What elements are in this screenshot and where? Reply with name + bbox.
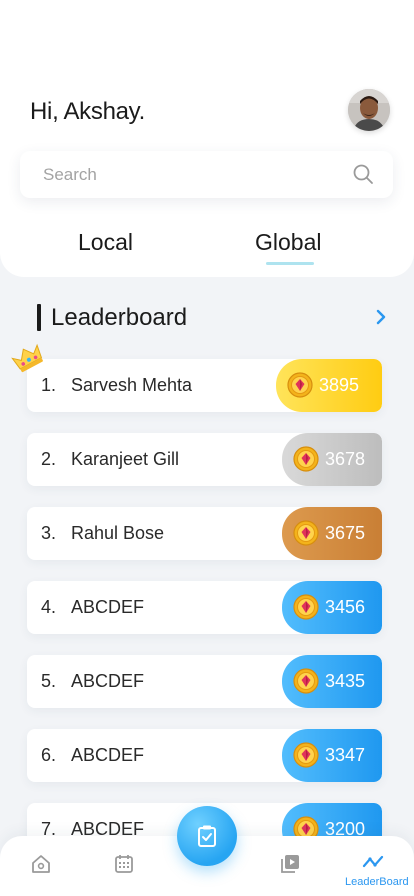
- search-input[interactable]: [43, 151, 343, 198]
- leaderboard-row[interactable]: 1. Sarvesh Mehta 3895: [27, 359, 382, 412]
- rank-number: 6.: [41, 745, 57, 765]
- media-playlist-icon[interactable]: [279, 853, 301, 875]
- search-icon[interactable]: [352, 163, 374, 185]
- player-name: ABCDEF: [71, 671, 145, 691]
- leaderboard-row[interactable]: 4. ABCDEF 3456: [27, 581, 382, 634]
- player-name: ABCDEF: [71, 745, 145, 765]
- score-badge: 3675: [282, 507, 382, 560]
- crown-icon: [11, 343, 43, 373]
- player-name: ABCDEF: [71, 597, 145, 617]
- leaderboard-row[interactable]: 6. ABCDEF 3347: [27, 729, 382, 782]
- rank-number: 3.: [41, 523, 57, 543]
- score-badge: 3895: [276, 359, 382, 412]
- tab-local[interactable]: Local: [78, 229, 133, 256]
- score-badge: 3678: [282, 433, 382, 486]
- score-value: 3678: [325, 449, 366, 469]
- score-badge: 3435: [282, 655, 382, 708]
- chevron-right-icon[interactable]: [374, 308, 388, 326]
- leaderboard-row[interactable]: 2. Karanjeet Gill 3678: [27, 433, 382, 486]
- nav-label-leaderboard[interactable]: LeaderBoard: [345, 876, 409, 888]
- header-panel: Hi, Akshay. Local Global: [0, 0, 414, 277]
- greeting-text: Hi, Akshay.: [30, 98, 145, 125]
- leaderboard-row[interactable]: 5. ABCDEF 3435: [27, 655, 382, 708]
- score-value: 3347: [325, 745, 366, 765]
- tab-global[interactable]: Global: [255, 229, 321, 256]
- player-name: Sarvesh Mehta: [71, 375, 193, 395]
- avatar-icon: [348, 89, 390, 131]
- rank-number: 2.: [41, 449, 57, 469]
- score-value: 3435: [325, 671, 366, 691]
- coin-icon: [293, 668, 319, 694]
- coin-icon: [293, 742, 319, 768]
- clipboard-check-icon: [198, 825, 216, 847]
- score-value: 3456: [325, 597, 366, 617]
- score-value: 3895: [319, 375, 360, 395]
- score-badge: 3456: [282, 581, 382, 634]
- score-badge: 3347: [282, 729, 382, 782]
- coin-icon: [293, 520, 319, 546]
- calendar-icon[interactable]: [113, 853, 135, 875]
- task-fab-button[interactable]: [177, 806, 237, 866]
- rank-number: 4.: [41, 597, 57, 617]
- coin-icon: [293, 594, 319, 620]
- search-box: [20, 151, 393, 198]
- user-avatar[interactable]: [348, 89, 390, 131]
- score-value: 3675: [325, 523, 366, 543]
- section-title: Leaderboard: [51, 304, 188, 331]
- player-name: Karanjeet Gill: [71, 449, 180, 469]
- leaderboard-row[interactable]: 3. Rahul Bose 3675: [27, 507, 382, 560]
- rank-number: 5.: [41, 671, 57, 691]
- leaderboard-icon[interactable]: [362, 853, 384, 871]
- section-marker: [37, 304, 41, 331]
- home-icon[interactable]: [30, 853, 52, 875]
- player-name: Rahul Bose: [71, 523, 165, 543]
- coin-icon: [287, 372, 313, 398]
- active-tab-indicator: [266, 262, 314, 265]
- coin-icon: [293, 446, 319, 472]
